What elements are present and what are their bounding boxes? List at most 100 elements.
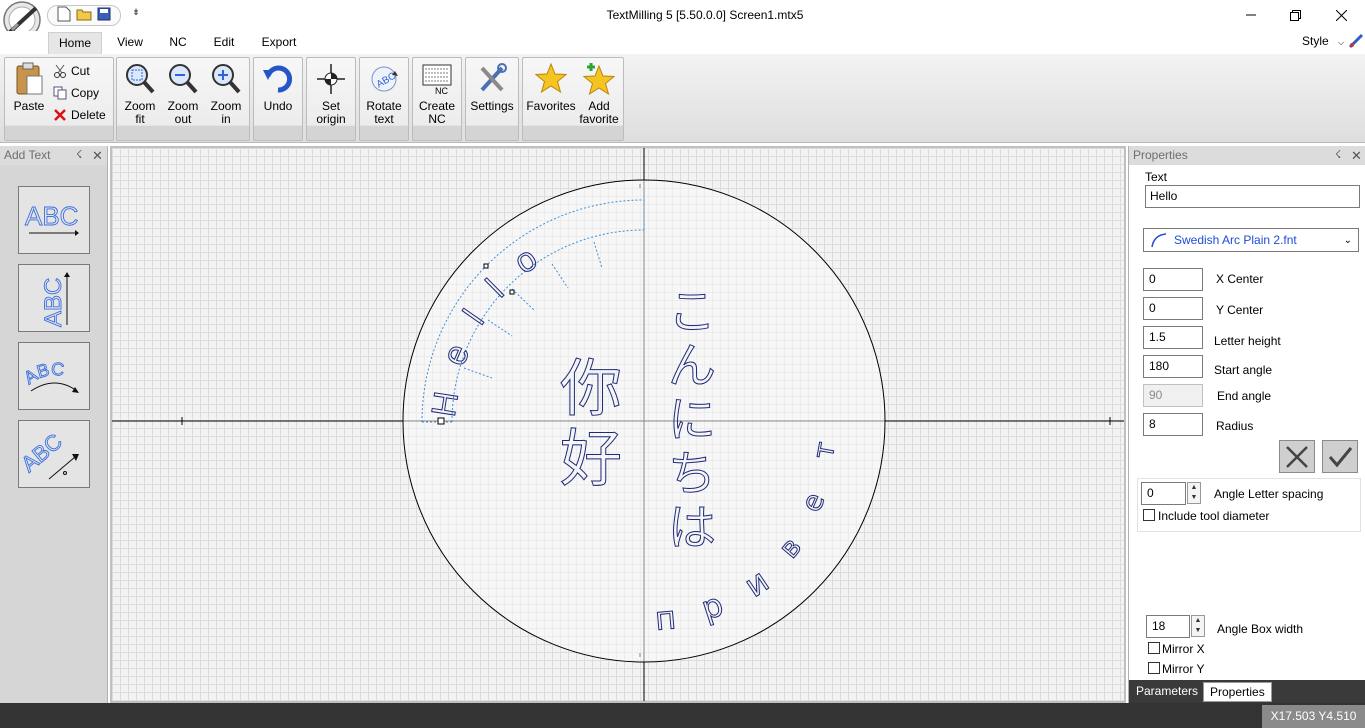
origin-group: Set origin [306, 57, 356, 141]
pin-icon[interactable]: ☇ [76, 146, 82, 165]
zoom-in-label-2: in [221, 112, 231, 126]
outer-circle [402, 179, 886, 663]
tab-home[interactable]: Home [48, 32, 102, 54]
delete-label: Delete [71, 108, 106, 122]
properties-panel-header: Properties ☇ ✕ [1129, 146, 1365, 165]
restore-button[interactable] [1272, 0, 1318, 30]
zoom-in-icon [212, 64, 241, 94]
mirror-x-checkbox[interactable] [1148, 642, 1160, 654]
pin-icon[interactable]: ☇ [1335, 146, 1341, 165]
save-icon[interactable] [97, 7, 111, 24]
style-brush-icon[interactable] [1348, 33, 1364, 52]
create-nc-label-2: NC [428, 112, 446, 126]
x-center-input[interactable]: 0 [1143, 268, 1203, 291]
end-angle-label: End angle [1217, 389, 1272, 403]
open-folder-icon[interactable] [76, 7, 92, 24]
qat-customize-icon[interactable]: ⇟ [130, 7, 142, 21]
minimize-button[interactable] [1228, 0, 1274, 30]
nc-group: NC Create NC [412, 57, 462, 141]
cancel-x-icon [1286, 445, 1308, 468]
style-menu[interactable]: Style ⌵ [1302, 34, 1344, 48]
create-nc-button[interactable]: NC Create NC [416, 62, 458, 126]
text-label: Text [1145, 170, 1168, 184]
drawing-canvas[interactable]: Hello 你 好 こ ん に ち は п р и в е т [110, 146, 1126, 703]
y-center-label: Y Center [1216, 303, 1264, 317]
angle-letter-spacing-input[interactable]: 0 [1141, 482, 1186, 505]
close-window-button[interactable] [1318, 0, 1364, 30]
zoom-out-button[interactable]: Zoom out [162, 62, 204, 126]
rotate-text-button[interactable]: ABC Rotate text [363, 62, 405, 126]
tab-view[interactable]: View [110, 32, 150, 54]
letter-height-input[interactable]: 1.5 [1143, 326, 1203, 349]
rotate-group: ABC Rotate text [359, 57, 409, 141]
tab-properties[interactable]: Properties [1203, 682, 1272, 702]
add-favorite-label-2: favorite [579, 112, 619, 126]
japanese-char-1: こ [668, 284, 716, 340]
include-tool-diameter-label: Include tool diameter [1158, 509, 1270, 523]
spacing-stepper[interactable]: ▲ ▼ [1187, 482, 1201, 504]
arc-text-icon: ABC [20, 358, 79, 393]
text-input[interactable]: Hello [1145, 185, 1360, 208]
arc-text-tool[interactable]: ABC [18, 342, 90, 410]
tab-nc[interactable]: NC [163, 32, 193, 54]
add-text-panel: Add Text ☇ ✕ ABC ABC ABC ABC [0, 146, 108, 703]
settings-button[interactable]: Settings [469, 62, 515, 113]
quick-access-toolbar [47, 5, 121, 26]
tab-edit[interactable]: Edit [207, 32, 241, 54]
end-angle-input: 90 [1143, 384, 1203, 407]
paste-button[interactable]: Paste [11, 62, 47, 113]
font-select[interactable]: Swedish Arc Plain 2.fnt ⌄ [1143, 228, 1359, 252]
undo-group: Undo [253, 57, 303, 141]
start-angle-input[interactable]: 180 [1143, 355, 1203, 378]
cancel-button[interactable] [1279, 440, 1315, 473]
angled-text-tool[interactable]: ABC [16, 420, 90, 488]
canvas-drawing: Hello 你 好 こ ん に ち は п р и в е т [112, 148, 1124, 701]
angle-box-width-input[interactable]: 18 [1146, 615, 1190, 638]
settings-label: Settings [470, 99, 514, 113]
mirror-y-checkbox[interactable] [1148, 662, 1160, 674]
checkmark-icon [1328, 446, 1353, 467]
apply-button[interactable] [1322, 440, 1358, 473]
box-width-stepper[interactable]: ▲ ▼ [1191, 615, 1205, 637]
start-angle-label: Start angle [1214, 363, 1273, 377]
zoom-fit-button[interactable]: Zoom fit [119, 62, 161, 126]
menu-bar [0, 31, 1365, 54]
zoom-in-button[interactable]: Zoom in [205, 62, 247, 126]
undo-label: Undo [263, 99, 293, 113]
japanese-char-3: に [668, 392, 716, 448]
y-center-input[interactable]: 0 [1143, 297, 1203, 320]
close-panel-icon[interactable]: ✕ [1351, 146, 1362, 165]
radius-input[interactable]: 8 [1143, 413, 1203, 436]
undo-button[interactable]: Undo [257, 62, 299, 113]
tab-parameters[interactable]: Parameters [1130, 682, 1205, 702]
cut-label: Cut [71, 64, 90, 78]
delete-button[interactable]: Delete [53, 105, 106, 125]
close-icon [1335, 9, 1347, 21]
properties-panel: Properties ☇ ✕ Text Hello Swedish Arc Pl… [1128, 146, 1365, 703]
settings-icon [480, 63, 507, 92]
chinese-char-1: 你 [560, 352, 622, 425]
favorites-button[interactable]: Favorites [526, 62, 576, 113]
add-text-title: Add Text [4, 148, 51, 162]
star-icon [535, 62, 567, 94]
tab-export[interactable]: Export [257, 32, 301, 54]
add-favorite-button[interactable]: Add favorite [575, 62, 623, 126]
vertical-text-tool[interactable]: ABC [18, 264, 90, 332]
include-tool-diameter-checkbox[interactable] [1143, 509, 1155, 521]
letter-height-label: Letter height [1214, 334, 1281, 348]
straight-text-tool[interactable]: ABC [18, 186, 90, 254]
cut-button[interactable]: Cut [53, 61, 90, 81]
new-file-icon[interactable] [57, 6, 71, 25]
chevron-down-icon: ⌵ [1338, 38, 1345, 47]
minimize-icon [1246, 14, 1256, 16]
svg-text:NC: NC [435, 86, 448, 96]
restore-icon [1289, 9, 1301, 21]
set-origin-label-2: origin [316, 112, 346, 126]
copy-button[interactable]: Copy [53, 83, 99, 103]
chevron-down-icon: ⌄ [1343, 234, 1352, 246]
zoom-out-label-2: out [174, 112, 192, 126]
zoom-out-icon [169, 64, 198, 94]
close-panel-icon[interactable]: ✕ [92, 146, 103, 165]
clipboard-group: Paste Cut Copy Delete [4, 57, 114, 141]
set-origin-button[interactable]: Set origin [310, 62, 352, 126]
